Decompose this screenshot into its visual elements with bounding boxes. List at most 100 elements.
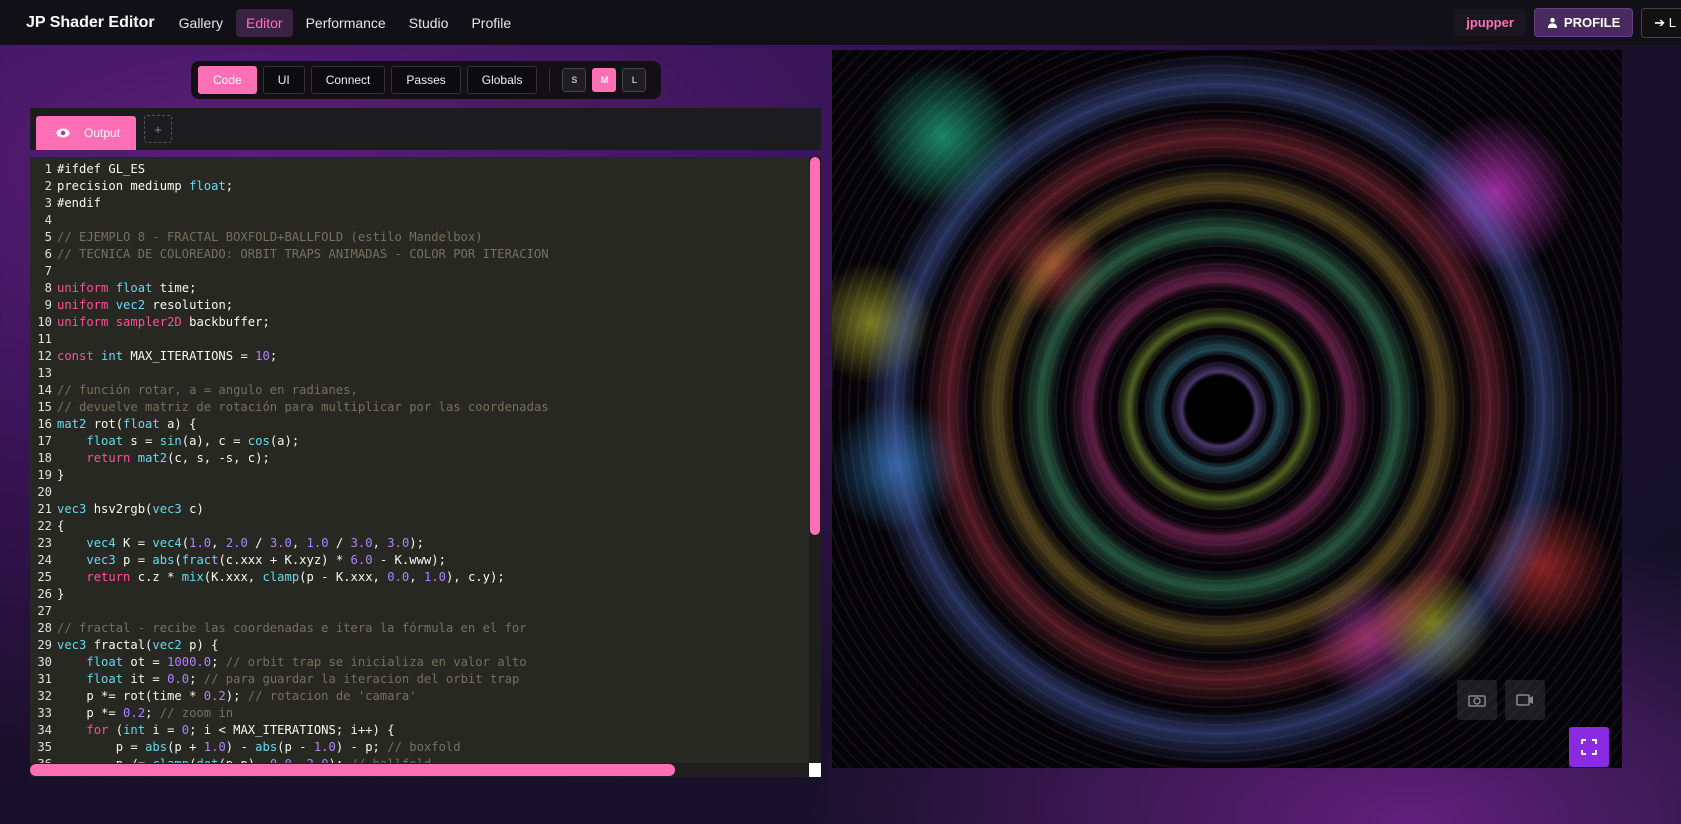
code-token: // TECNICA DE COLOREADO: ORBIT TRAPS ANI… [57,247,549,261]
code-line[interactable]: 5 // EJEMPLO 8 - FRACTAL BOXFOLD+BALLFOLD… [30,229,810,246]
code-token: float [115,281,153,295]
code-token: int [123,723,146,737]
code-line[interactable]: 9 uniform vec2 resolution; [30,297,810,314]
line-number: 7 [44,264,52,278]
tab-globals[interactable]: Globals [466,66,538,94]
camera-icon[interactable] [1457,680,1497,720]
line-number: 20 [37,485,52,499]
code-line[interactable]: 17 float s = sin (a), c = cos (a); [30,433,810,450]
code-line[interactable]: 27 [30,603,810,620]
code-editor[interactable]: 1 #ifdef GL_ES 2 precision mediump float; 3 #… [30,157,821,777]
code-line[interactable]: 31 float it = 0.0; // para guardar la it… [30,671,810,688]
code-token: c) [181,502,204,516]
code-token: (K.xxx, [203,570,263,584]
tab-passes[interactable]: Passes [391,66,461,94]
code-line[interactable]: 8 uniform float time; [30,280,810,297]
code-line[interactable]: 20 [30,484,810,501]
profile-button[interactable]: PROFILE [1533,8,1634,37]
line-number: 12 [37,349,52,363]
code-token: (c, s, -s, c); [167,451,270,465]
username-badge[interactable]: jpupper [1454,9,1526,36]
code-token: float [86,655,124,669]
code-line[interactable]: 12 const int MAX_ITERATIONS = 10; [30,348,810,365]
horizontal-scrollbar[interactable] [30,763,821,777]
code-line[interactable]: 1 #ifdef GL_ES [30,161,810,178]
code-line[interactable]: 19} [30,467,810,484]
code-token: // rotacion de 'camara' [247,689,417,703]
code-lines[interactable]: 1 #ifdef GL_ES 2 precision mediump float; 3 #… [30,161,810,773]
shader-canvas[interactable] [832,50,1622,768]
code-line[interactable]: 30 float ot = 1000.0; // orbit trap se i… [30,654,810,671]
code-line[interactable]: 6 // TECNICA DE COLOREADO: ORBIT TRAPS AN… [30,246,810,263]
tab-output-label: Output [84,126,121,140]
code-line[interactable]: 4 [30,212,810,229]
code-token: ; [189,672,204,686]
code-token: 1.0 [189,536,212,550]
nav-link-performance[interactable]: Performance [296,9,396,37]
size-large-button[interactable]: L [622,68,647,92]
record-icon[interactable] [1505,680,1545,720]
code-line[interactable]: 26} [30,586,810,603]
logout-button[interactable]: ➔ L [1641,7,1681,38]
vertical-scrollbar[interactable] [809,157,821,777]
code-token: ) - [225,740,256,754]
brand-title[interactable]: JP Shader Editor [26,14,155,32]
code-token: , [291,536,307,550]
size-small-button[interactable]: S [562,68,587,92]
code-token: // función rotar, a = angulo en radianes… [57,383,358,397]
line-number: 4 [44,213,52,227]
code-line[interactable]: 11 [30,331,810,348]
code-token: clamp [262,570,300,584]
code-line[interactable]: 15 // devuelve matriz de rotación para mu… [30,399,810,416]
code-token: - K.www); [372,553,446,567]
size-medium-button[interactable]: M [592,68,617,92]
code-token: 10 [255,349,270,363]
code-token: vec2 [115,298,146,312]
code-line[interactable]: 34 for (int i = 0; i < MAX_ITERATIONS; i… [30,722,810,739]
tab-ui[interactable]: UI [262,66,305,94]
line-number: 26 [37,587,52,601]
code-token: 3.0 [269,536,292,550]
code-line[interactable]: 28 // fractal - recibe las coordenadas e … [30,620,810,637]
code-line[interactable]: 29 vec3 fractal(vec2 p) { [30,637,810,654]
horizontal-scroll-thumb[interactable] [30,764,675,776]
code-line[interactable]: 10 uniform sampler2D backbuffer; [30,314,810,331]
fullscreen-icon[interactable] [1569,727,1609,767]
code-line[interactable]: 7 [30,263,810,280]
code-line[interactable]: 33 p *= 0.2; // zoom in [30,705,810,722]
code-line[interactable]: 22 { [30,518,810,535]
nav-link-gallery[interactable]: Gallery [169,9,233,37]
code-line[interactable]: 25 return c.z * mix (K.xxx, clamp (p - K.x… [30,569,810,586]
code-line[interactable]: 3 #endif [30,195,810,212]
code-line[interactable]: 35 p = abs (p + 1.0) - abs (p - 1.0) - p; … [30,739,810,756]
tab-code[interactable]: Code [198,66,257,94]
code-token: MAX_ITERATIONS = [123,349,256,363]
code-token: ; i < MAX_ITERATIONS; i++) { [189,723,395,737]
code-token: 6.0 [350,553,373,567]
code-line[interactable]: 24 vec3 p = abs(fract (c.xxx + K.xyz) * 6… [30,552,810,569]
code-line[interactable]: 13 [30,365,810,382]
line-number: 30 [37,655,52,669]
code-token: ; [225,179,234,193]
code-line[interactable]: 23 vec4 K = vec4(1.0, 2.0 / 3.0, 1.0 / 3… [30,535,810,552]
code-token: abs [255,740,278,754]
nav-link-editor[interactable]: Editor [236,8,293,37]
code-line[interactable]: 18 return mat2 (c, s, -s, c); [30,450,810,467]
code-line[interactable]: 2 precision mediump float; [30,178,810,195]
code-line[interactable]: 14 // función rotar, a = angulo en radian… [30,382,810,399]
line-number: 31 [37,672,52,686]
nav-link-profile[interactable]: Profile [461,9,521,37]
code-line[interactable]: 16 mat2 rot(float a) { [30,416,810,433]
add-tab-button[interactable]: + [144,115,173,143]
code-line[interactable]: 21 vec3 hsv2rgb(vec3 c) [30,501,810,518]
code-token: 1.0 [306,536,329,550]
tab-connect[interactable]: Connect [310,66,386,94]
code-line[interactable]: 32 p *= rot(time * 0.2); // rotacion de … [30,688,810,705]
nav-link-studio[interactable]: Studio [399,9,459,37]
code-token: uniform [57,281,109,295]
vertical-scroll-thumb[interactable] [810,157,820,535]
tab-output[interactable]: Output [36,116,137,150]
